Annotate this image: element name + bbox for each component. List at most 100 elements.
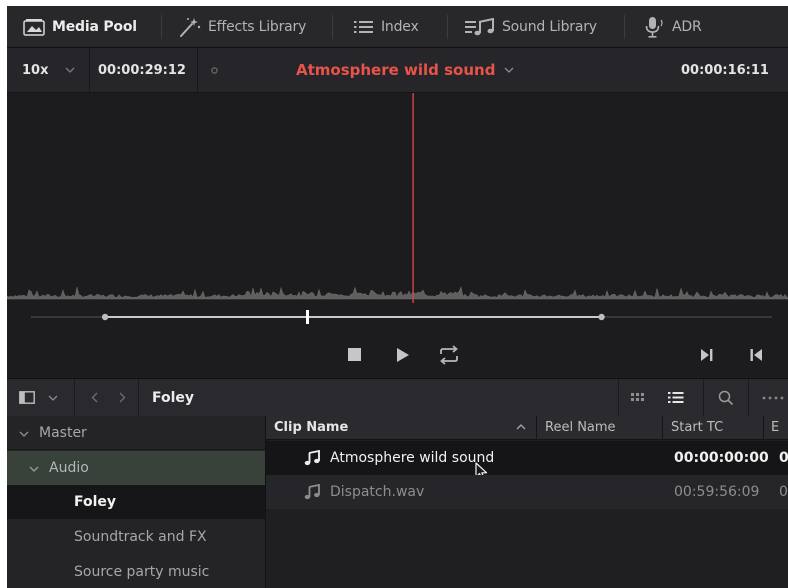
tab-index-label: Index <box>381 18 419 35</box>
go-to-end-icon <box>701 349 713 361</box>
tab-divider <box>332 15 333 39</box>
chevron-left-icon <box>91 392 98 403</box>
loop-icon <box>440 345 458 365</box>
index-list-icon <box>354 19 374 35</box>
bin-tree: Master Audio Foley Soundtrack and FX Sou… <box>7 416 266 588</box>
out-point-marker[interactable] <box>598 313 605 321</box>
nav-forward-button[interactable] <box>119 379 126 416</box>
go-to-start-icon <box>750 349 762 361</box>
zoom-dropdown[interactable]: 10x <box>22 48 75 92</box>
go-to-out-button[interactable] <box>700 348 714 362</box>
clip-name: Atmosphere wild sound <box>330 450 495 466</box>
tab-adr-label: ADR <box>672 18 702 35</box>
sidebar-toggle-icon <box>19 391 35 404</box>
transport-controls <box>7 333 788 377</box>
in-point-marker[interactable] <box>101 313 109 321</box>
bin-soundtrack-and-fx[interactable]: Soundtrack and FX <box>7 520 265 554</box>
more-options-button[interactable] <box>762 379 786 416</box>
chevron-down-icon <box>29 461 39 475</box>
stop-button[interactable] <box>347 347 362 362</box>
duration-timecode: 00:00:29:12 <box>98 48 186 92</box>
clip-title-dropdown[interactable]: Atmosphere wild sound <box>296 48 514 92</box>
clip-start-tc: 00:00:00:00 <box>674 450 769 466</box>
grid-view-icon <box>631 393 644 401</box>
clip-end-tc: 0 <box>779 484 788 500</box>
breadcrumb-current: Foley <box>152 389 195 406</box>
sort-ascending-icon <box>516 424 526 430</box>
jog-scrubber[interactable] <box>7 303 788 333</box>
tab-media-pool-label: Media Pool <box>52 18 137 35</box>
bin-audio[interactable]: Audio <box>7 451 265 485</box>
tab-divider <box>161 15 162 39</box>
audio-clip-icon <box>304 475 320 509</box>
media-pool-toolbar: Foley <box>7 378 788 417</box>
current-timecode-text: 00:00:16:11 <box>681 62 769 78</box>
column-header-clip-name[interactable]: Clip Name <box>266 416 536 440</box>
tab-sound-library-label: Sound Library <box>502 18 597 35</box>
record-indicator-icon <box>211 48 218 92</box>
bin-master[interactable]: Master <box>7 416 265 450</box>
clip-title: Atmosphere wild sound <box>296 61 496 79</box>
effects-wand-icon <box>179 17 201 37</box>
play-button[interactable] <box>396 347 410 363</box>
tab-index[interactable]: Index <box>354 6 419 47</box>
panel-tab-bar: Media Pool Effects Library Index Sound L… <box>7 6 788 48</box>
tab-sound-library[interactable]: Sound Library <box>465 6 597 47</box>
column-header-start-tc[interactable]: Start TC <box>663 416 763 440</box>
toolbar-divider <box>138 379 139 416</box>
toolbar-divider <box>618 379 619 416</box>
clip-name-header-label: Clip Name <box>274 420 349 435</box>
tab-media-pool[interactable]: Media Pool <box>23 6 137 47</box>
tab-divider <box>624 15 625 39</box>
chevron-down-icon <box>65 67 75 73</box>
loop-button[interactable] <box>438 345 460 365</box>
media-pool-icon <box>23 18 45 36</box>
tab-adr[interactable]: ADR <box>645 6 702 47</box>
waveform-trace <box>7 285 788 300</box>
tab-divider <box>447 15 448 39</box>
column-header-end-tc[interactable]: E <box>764 416 788 440</box>
bin-soundtrack-label: Soundtrack and FX <box>74 529 207 545</box>
table-row[interactable]: Dispatch.wav 00:59:56:09 0 <box>266 475 788 509</box>
bin-source-party-music[interactable]: Source party music <box>7 555 265 588</box>
bin-master-label: Master <box>39 424 87 441</box>
scrub-bar <box>31 310 772 324</box>
bin-foley-label: Foley <box>74 494 117 510</box>
bin-audio-label: Audio <box>49 460 89 476</box>
breadcrumb: Foley <box>152 379 194 416</box>
clip-list: Clip Name Reel Name Start TC E Atmospher… <box>266 416 788 588</box>
header-divider <box>197 48 198 92</box>
bin-foley[interactable]: Foley <box>7 485 265 519</box>
audio-waveform-viewer[interactable] <box>7 93 788 303</box>
header-divider <box>89 48 90 92</box>
chevron-right-icon <box>119 392 126 403</box>
list-view-button[interactable] <box>668 379 684 416</box>
search-icon <box>718 390 734 405</box>
clip-start-tc: 00:59:56:09 <box>674 484 760 500</box>
clip-name: Dispatch.wav <box>330 484 425 500</box>
search-button[interactable] <box>718 379 734 416</box>
end-tc-header-label: E <box>771 420 780 435</box>
list-view-icon <box>668 392 684 403</box>
bin-list-toggle[interactable] <box>19 379 58 416</box>
waveform-graphic <box>7 93 788 303</box>
nav-back-button[interactable] <box>91 379 98 416</box>
app-window: Media Pool Effects Library Index Sound L… <box>7 6 788 588</box>
stop-icon <box>348 348 361 361</box>
tab-effects-library-label: Effects Library <box>208 18 307 35</box>
viewer-header: 10x 00:00:29:12 Atmosphere wild sound 00… <box>7 48 788 93</box>
zoom-value: 10x <box>22 62 49 78</box>
play-icon <box>397 348 409 362</box>
column-header-reel-name[interactable]: Reel Name <box>537 416 662 440</box>
toolbar-divider <box>703 379 704 416</box>
sound-library-icon <box>465 17 495 36</box>
go-to-in-button[interactable] <box>749 348 763 362</box>
chevron-down-icon <box>48 395 58 401</box>
tab-effects-library[interactable]: Effects Library <box>179 6 306 47</box>
toolbar-divider <box>74 379 75 416</box>
reel-name-header-label: Reel Name <box>545 420 616 435</box>
current-timecode: 00:00:16:11 <box>681 48 769 92</box>
table-row[interactable]: Atmosphere wild sound 00:00:00:00 0 <box>266 441 788 481</box>
thumbnail-view-button[interactable] <box>631 379 645 416</box>
scrub-handle[interactable] <box>306 310 309 324</box>
